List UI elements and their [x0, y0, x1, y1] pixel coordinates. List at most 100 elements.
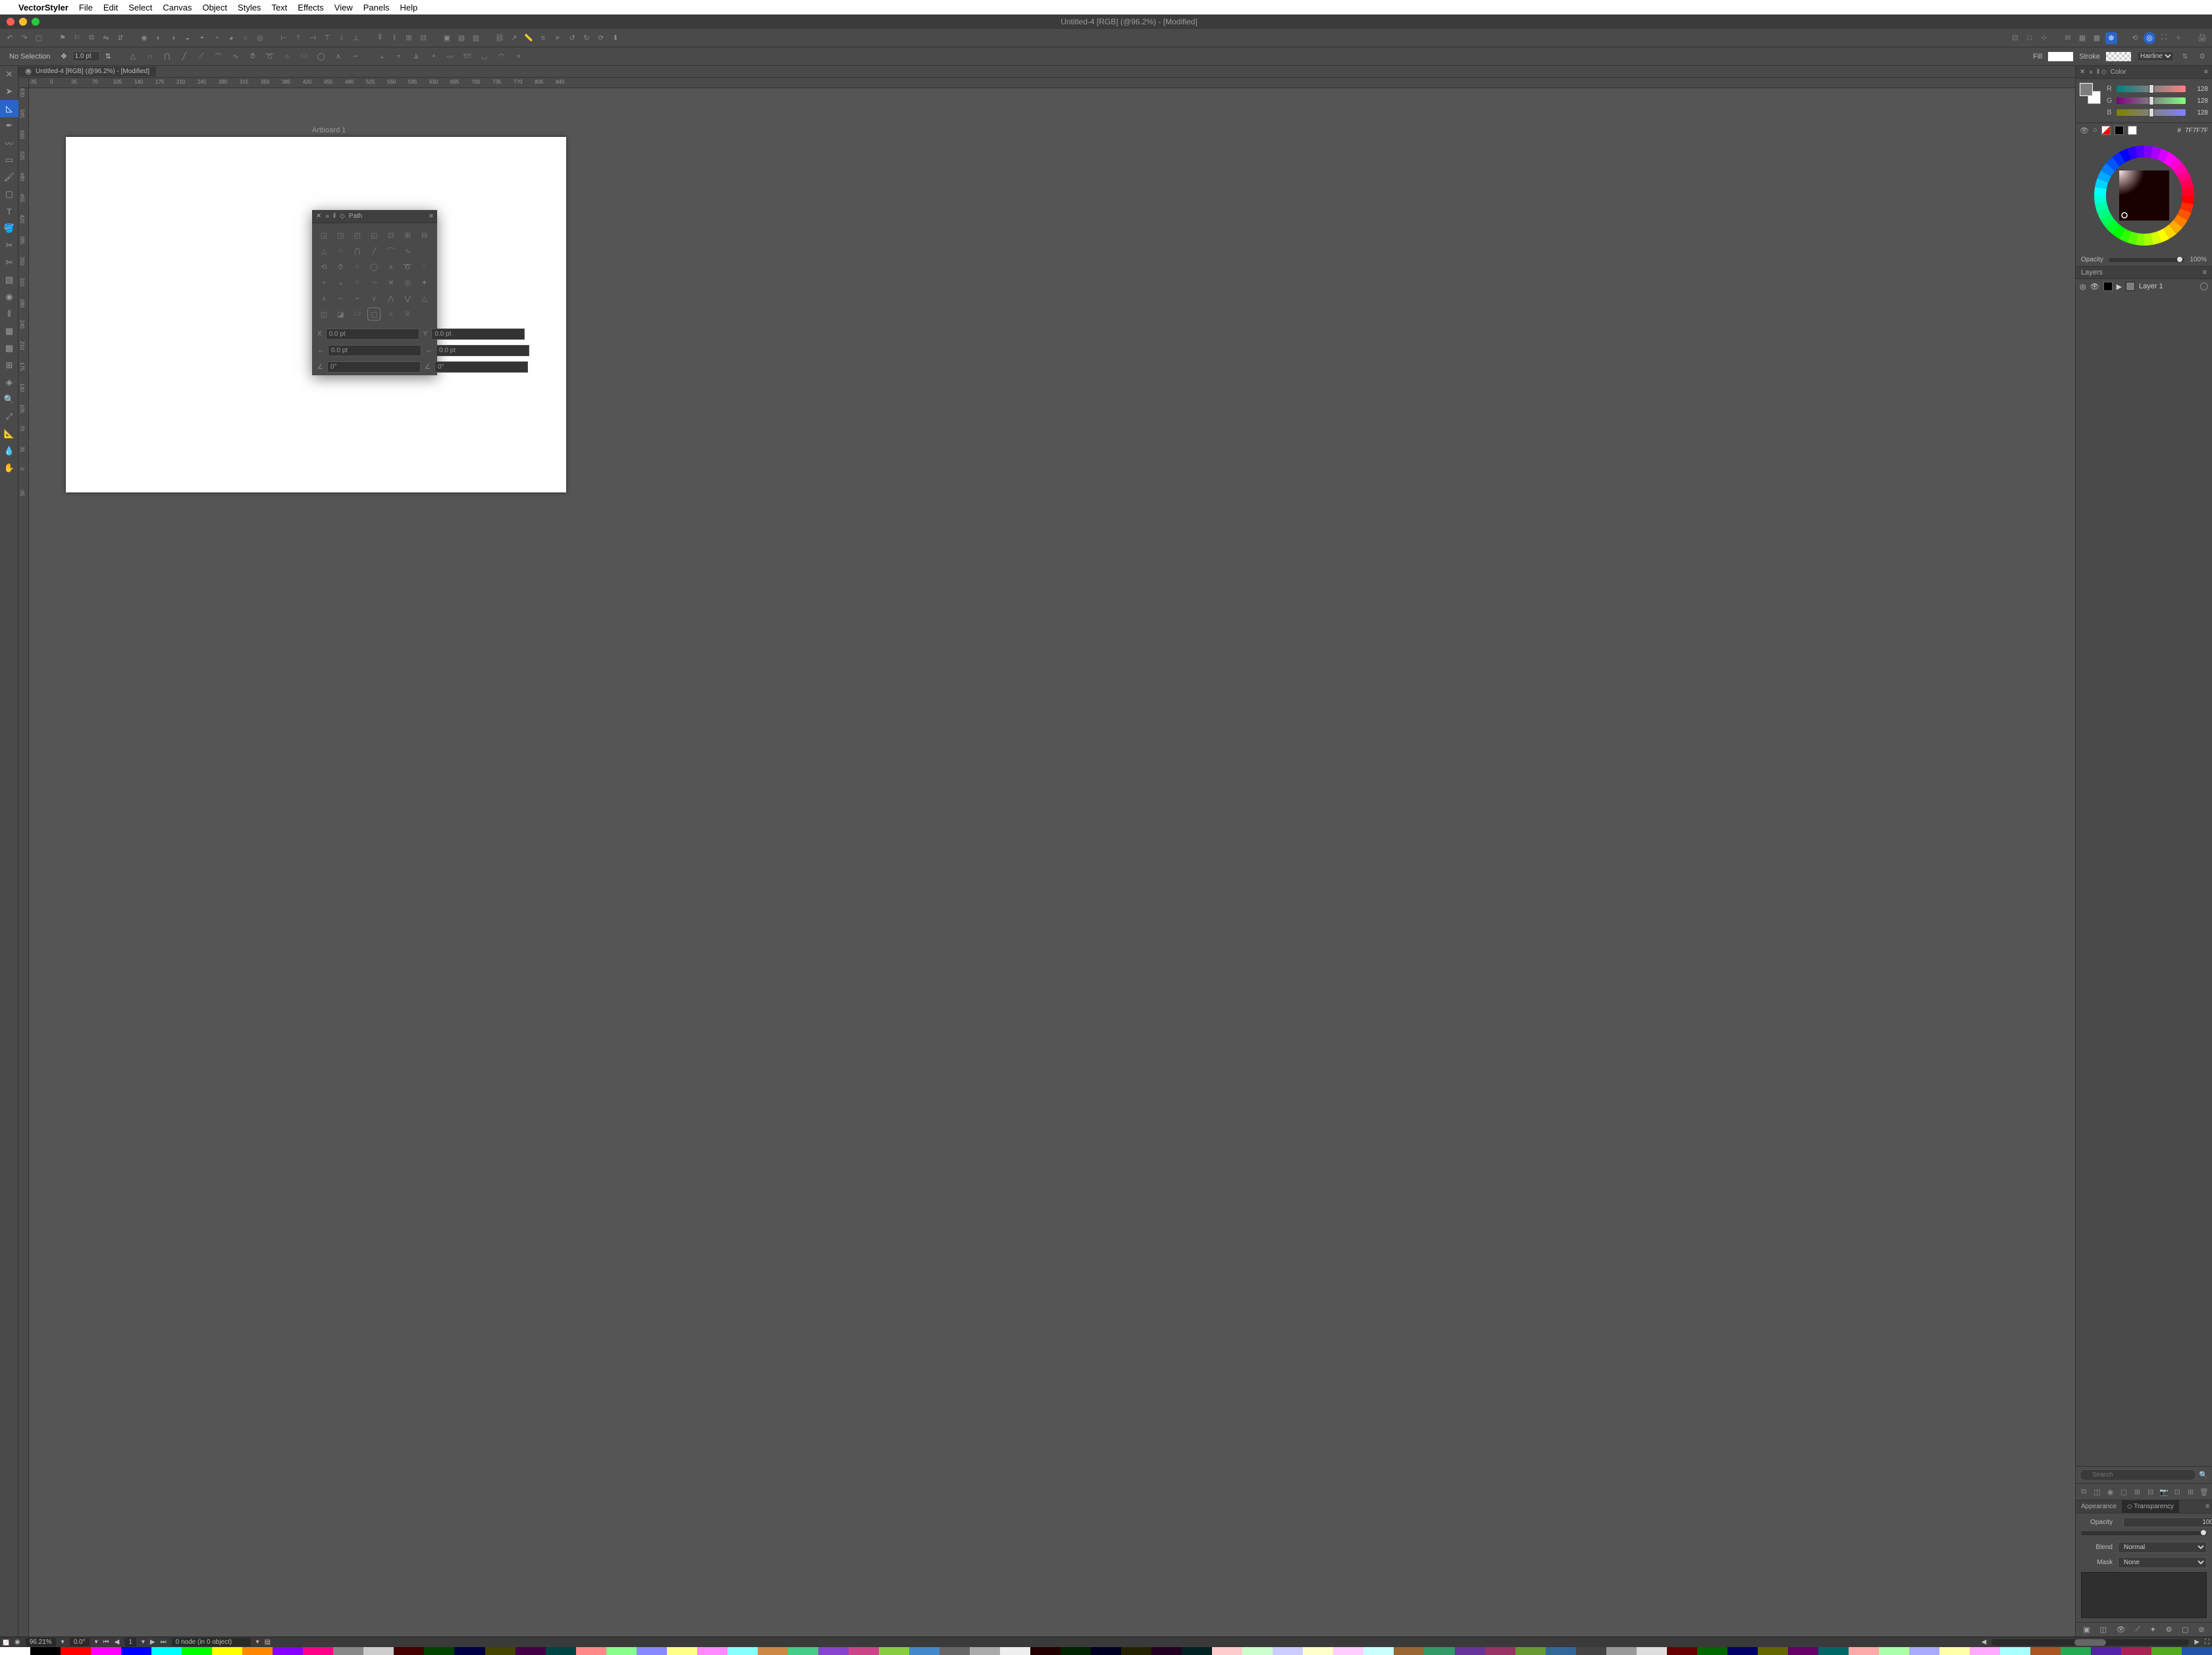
delete-layer-icon[interactable]: 🗑	[2199, 1486, 2209, 1497]
bridge-icon[interactable]: ⌢	[350, 51, 361, 63]
swatch[interactable]	[637, 1647, 667, 1655]
scroll-right-icon[interactable]: ▶	[2194, 1639, 2199, 1646]
layer-target-icon[interactable]: ◎	[2080, 282, 2086, 291]
close-button[interactable]	[7, 18, 14, 26]
layer-row[interactable]: ◎ 👁 ▶ Layer 1	[2076, 279, 2212, 294]
status-menu-icon[interactable]: ▤	[265, 1639, 271, 1646]
align-center-icon[interactable]: ⫯	[292, 32, 304, 44]
brush-tool[interactable]: 🖌	[0, 169, 18, 186]
ruler-icon[interactable]: 📏	[523, 32, 535, 44]
corners-icon[interactable]: ⛶	[2158, 32, 2170, 44]
spiral-icon[interactable]: ➿	[461, 51, 473, 63]
swatch[interactable]	[546, 1647, 576, 1655]
rect-tool[interactable]: ▢	[0, 186, 18, 203]
precision-icon[interactable]: ✧	[2172, 32, 2184, 44]
wave-icon[interactable]: 〰	[444, 51, 456, 63]
download-icon[interactable]: ⬇	[610, 32, 621, 44]
ruler-origin[interactable]	[18, 78, 29, 88]
arc3-icon[interactable]: ◠	[496, 51, 508, 63]
align-right-icon[interactable]: ⊣	[307, 32, 319, 44]
stroke-style-select[interactable]: Hairline	[2137, 51, 2174, 61]
stroke-stepper-icon[interactable]: ⇅	[2179, 51, 2191, 63]
crop-icon[interactable]: ◕	[225, 32, 237, 44]
difference-icon[interactable]: ◒	[182, 32, 194, 44]
trans-ic6[interactable]: ⚙	[2166, 1625, 2172, 1634]
len2-input[interactable]	[436, 345, 529, 356]
swatch[interactable]	[970, 1647, 1000, 1655]
tangent-icon[interactable]: ⋏	[332, 51, 344, 63]
align-left-icon[interactable]: ⊢	[278, 32, 290, 44]
crop-frame-icon[interactable]: ▤	[456, 32, 467, 44]
dist-v-icon[interactable]: ⫲	[388, 32, 400, 44]
wave2-icon[interactable]: ≈	[513, 51, 525, 63]
swatch[interactable]	[333, 1647, 363, 1655]
fullscreen-icon[interactable]: ⛶	[2205, 1639, 2209, 1646]
measure-tool[interactable]: 📐	[0, 425, 18, 442]
node-line-icon[interactable]: ╱	[367, 244, 381, 257]
artboard-icon[interactable]: ▢	[33, 32, 45, 44]
path-break-icon[interactable]: ◯	[367, 260, 381, 273]
swatch[interactable]	[273, 1647, 303, 1655]
none-swatch[interactable]	[2101, 126, 2111, 135]
layers-ic5[interactable]: ⊞	[2132, 1486, 2142, 1497]
new-sublayer-icon[interactable]: ⊞	[2186, 1486, 2196, 1497]
opacity-slider[interactable]	[2109, 258, 2185, 262]
guides-icon[interactable]: ⊹	[2038, 32, 2050, 44]
swatch[interactable]	[1061, 1647, 1091, 1655]
gradient-tool[interactable]: ▨	[0, 271, 18, 288]
white-swatch[interactable]	[2128, 126, 2137, 135]
swatch[interactable]	[576, 1647, 606, 1655]
ext-4-icon[interactable]: ▢	[367, 307, 381, 321]
swatch[interactable]	[1667, 1647, 1697, 1655]
flag-icon[interactable]: ⚑	[57, 32, 68, 44]
ruler-horizontal[interactable]: -350357010514017521024528031535038542045…	[29, 78, 2075, 88]
swatch[interactable]	[788, 1647, 818, 1655]
swatch[interactable]	[1637, 1647, 1667, 1655]
panel-close-icon[interactable]: ✕	[316, 213, 321, 220]
shape-3-icon[interactable]: ⋂	[161, 51, 173, 63]
trans-ic5[interactable]: ✦	[2150, 1625, 2156, 1634]
group-icon[interactable]: ⊞	[403, 32, 415, 44]
handle-6-icon[interactable]: ⋁	[401, 292, 414, 305]
arc-icon[interactable]: ⌒	[213, 51, 224, 63]
trans-ic4[interactable]: ⟋	[2135, 1625, 2140, 1634]
flip-v-icon[interactable]: ⇵	[115, 32, 126, 44]
knot-icon[interactable]: ⥀	[247, 51, 259, 63]
handle-4-icon[interactable]: ⋎	[367, 292, 381, 305]
swatch[interactable]	[121, 1647, 151, 1655]
text-menu[interactable]: Text	[271, 3, 287, 13]
rotate-cw-icon[interactable]: ↻	[581, 32, 592, 44]
swatch[interactable]	[1546, 1647, 1576, 1655]
path-op-5-icon[interactable]: ⊡	[384, 228, 398, 242]
path-loop-icon[interactable]: ➰	[401, 260, 414, 273]
path-op-3-icon[interactable]: ◰	[351, 228, 364, 242]
stepper-icon[interactable]: ⇅	[105, 52, 111, 61]
swatch[interactable]	[2030, 1647, 2061, 1655]
layers-menu-icon[interactable]: ≡	[2203, 269, 2207, 276]
swatch[interactable]	[394, 1647, 424, 1655]
print-icon[interactable]: 🖨	[2196, 32, 2208, 44]
zoom-tool[interactable]: 🔍	[0, 391, 18, 408]
edit-menu[interactable]: Edit	[103, 3, 118, 13]
shape-1-icon[interactable]: △	[127, 51, 139, 63]
fg-swatch[interactable]	[2080, 83, 2093, 96]
expand-icon[interactable]: ▶	[2117, 282, 2122, 291]
target-icon[interactable]: ◎	[2144, 32, 2155, 44]
align-middle-icon[interactable]: ⫰	[336, 32, 348, 44]
swatch[interactable]	[667, 1647, 697, 1655]
stroke-width-input[interactable]	[72, 51, 100, 61]
grid-icon[interactable]: ▦	[2076, 32, 2088, 44]
dist-h-icon[interactable]: ⫴	[374, 32, 386, 44]
rotate-ccw-icon[interactable]: ↺	[566, 32, 578, 44]
minus-back-icon[interactable]: ◎	[254, 32, 266, 44]
cut-tool[interactable]: ✂	[0, 237, 18, 254]
swatch[interactable]	[485, 1647, 515, 1655]
snap-pixel-icon[interactable]: ▩	[2091, 32, 2103, 44]
arc2-icon[interactable]: ◡	[479, 51, 490, 63]
swatch[interactable]	[2151, 1647, 2182, 1655]
trans-ic3[interactable]: 👁	[2117, 1625, 2126, 1634]
seg-7-icon[interactable]: ✦	[418, 276, 431, 289]
layer-name[interactable]: Layer 1	[2139, 282, 2163, 290]
ellipse-icon[interactable]: ⬭	[298, 51, 310, 63]
zoom-dropdown-icon[interactable]: ▾	[61, 1639, 65, 1646]
